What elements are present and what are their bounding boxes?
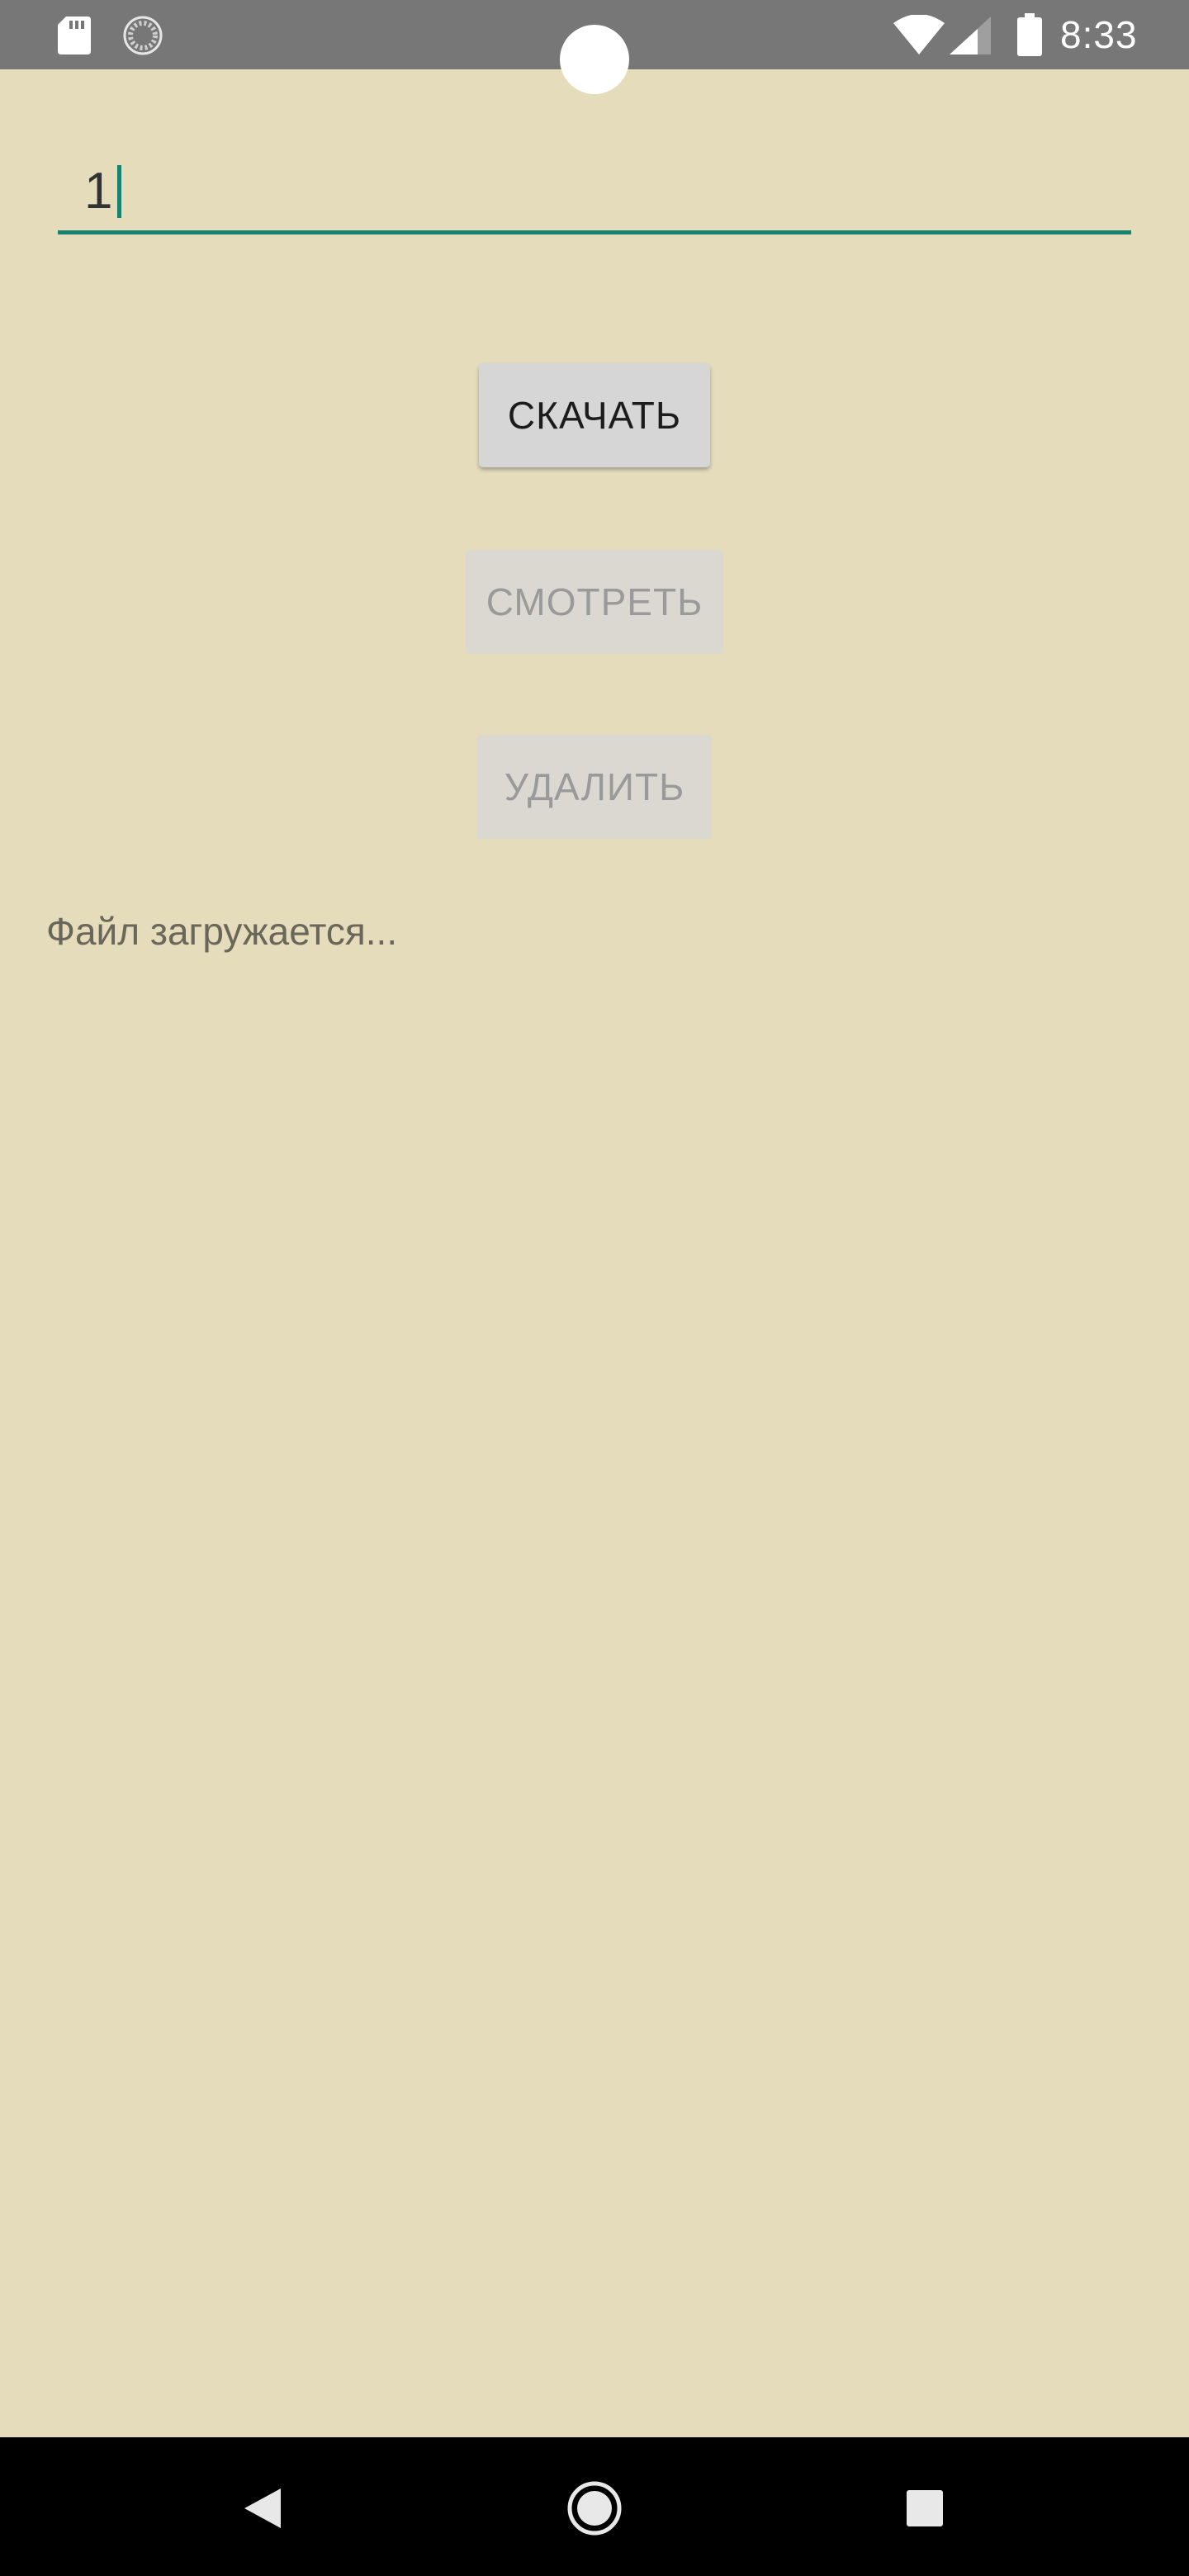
text-cursor — [117, 165, 122, 218]
recents-icon[interactable] — [907, 2490, 943, 2526]
status-bar-clock: 8:33 — [1060, 13, 1138, 56]
input-underline — [58, 230, 1131, 234]
cellular-signal-icon — [950, 17, 991, 54]
back-icon[interactable] — [244, 2488, 281, 2528]
sync-icon — [123, 16, 163, 55]
number-input[interactable]: 1 — [58, 149, 1131, 234]
wifi-icon — [893, 15, 945, 54]
status-message: Файл загружается... — [46, 910, 398, 953]
delete-button[interactable]: УДАЛИТЬ — [477, 735, 712, 839]
home-icon[interactable] — [566, 2480, 623, 2536]
camera-cutout — [560, 25, 629, 94]
sd-card-icon — [58, 17, 91, 54]
view-button[interactable]: СМОТРЕТЬ — [466, 550, 723, 654]
battery-icon — [1017, 13, 1042, 56]
download-button[interactable]: СКАЧАТЬ — [479, 363, 710, 467]
number-input-value: 1 — [84, 163, 113, 220]
navigation-bar — [0, 2437, 1189, 2576]
